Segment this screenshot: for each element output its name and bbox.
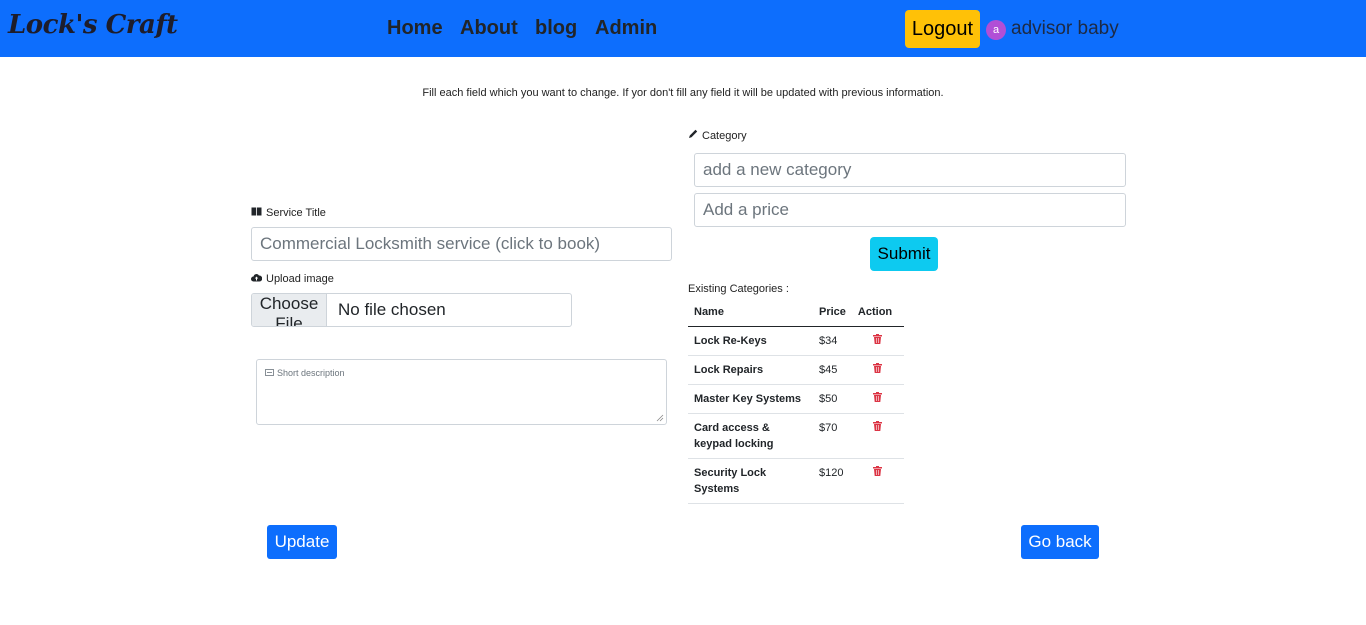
trash-icon[interactable] <box>873 391 883 402</box>
new-category-input[interactable] <box>694 153 1126 187</box>
trash-icon[interactable] <box>873 333 883 344</box>
user-name: advisor baby <box>1011 18 1119 39</box>
logout-button[interactable]: Logout <box>905 10 980 48</box>
brand-logo[interactable]: Lock's Craft <box>8 10 178 40</box>
instruction-notice: Fill each field which you want to change… <box>422 87 944 99</box>
category-price: $45 <box>813 355 852 385</box>
table-row: Lock Repairs $45 <box>688 355 904 385</box>
short-description-placeholder-text: Short description <box>277 368 345 378</box>
resize-handle-icon[interactable] <box>656 414 664 422</box>
nav-link-home[interactable]: Home <box>387 17 443 40</box>
update-button[interactable]: Update <box>267 525 337 559</box>
cloud-upload-icon <box>251 273 263 285</box>
delete-action <box>851 413 904 459</box>
nav-link-about[interactable]: About <box>460 17 518 40</box>
table-header-row: Name Price Action <box>688 299 904 327</box>
upload-image-label-text: Upload image <box>266 273 334 285</box>
service-title-label: Service Title <box>251 207 326 219</box>
file-status: No file chosen <box>338 300 446 319</box>
trash-icon[interactable] <box>873 465 883 476</box>
category-price: $70 <box>813 413 852 459</box>
avatar: a <box>986 20 1006 40</box>
category-name: Master Key Systems <box>688 384 813 414</box>
price-input[interactable] <box>694 193 1126 227</box>
existing-categories-label: Existing Categories : <box>688 283 789 295</box>
category-price: $50 <box>813 384 852 414</box>
trash-icon[interactable] <box>873 362 883 373</box>
category-price: $34 <box>813 326 852 356</box>
category-name: Lock Re-Keys <box>688 326 813 356</box>
category-name: Card access & keypad locking <box>688 413 813 459</box>
delete-action <box>851 355 904 385</box>
category-name: Lock Repairs <box>688 355 813 385</box>
textarea-icon <box>265 368 274 378</box>
nav-link-blog[interactable]: blog <box>535 17 577 40</box>
table-row: Security Lock Systems $120 <box>688 458 904 504</box>
short-description-textarea[interactable]: Short description <box>256 359 667 425</box>
book-icon <box>251 207 262 219</box>
service-title-input[interactable] <box>251 227 672 261</box>
navbar: Lock's Craft Home About blog Admin Logou… <box>0 0 1366 57</box>
column-header-action: Action <box>851 299 904 327</box>
short-description-placeholder: Short description <box>265 368 345 378</box>
trash-icon[interactable] <box>873 420 883 431</box>
categories-table: Name Price Action Lock Re-Keys $34 Lock … <box>688 299 904 504</box>
category-name: Security Lock Systems <box>688 458 813 504</box>
go-back-button[interactable]: Go back <box>1021 525 1099 559</box>
service-title-label-text: Service Title <box>266 207 326 219</box>
column-header-price: Price <box>813 299 852 327</box>
category-price: $120 <box>813 458 852 504</box>
image-file-input[interactable]: Choose File No file chosen <box>251 293 572 327</box>
submit-button[interactable]: Submit <box>870 237 938 271</box>
table-row: Card access & keypad locking $70 <box>688 413 904 459</box>
delete-action <box>851 384 904 414</box>
upload-image-label: Upload image <box>251 273 334 285</box>
pencil-icon <box>688 129 698 142</box>
table-row: Lock Re-Keys $34 <box>688 326 904 356</box>
table-row: Master Key Systems $50 <box>688 384 904 414</box>
category-label-text: Category <box>702 129 747 142</box>
column-header-name: Name <box>688 299 813 327</box>
category-label: Category <box>688 129 747 142</box>
delete-action <box>851 326 904 356</box>
nav-link-admin[interactable]: Admin <box>595 17 657 40</box>
choose-file-button[interactable]: Choose File <box>252 294 327 326</box>
delete-action <box>851 458 904 504</box>
